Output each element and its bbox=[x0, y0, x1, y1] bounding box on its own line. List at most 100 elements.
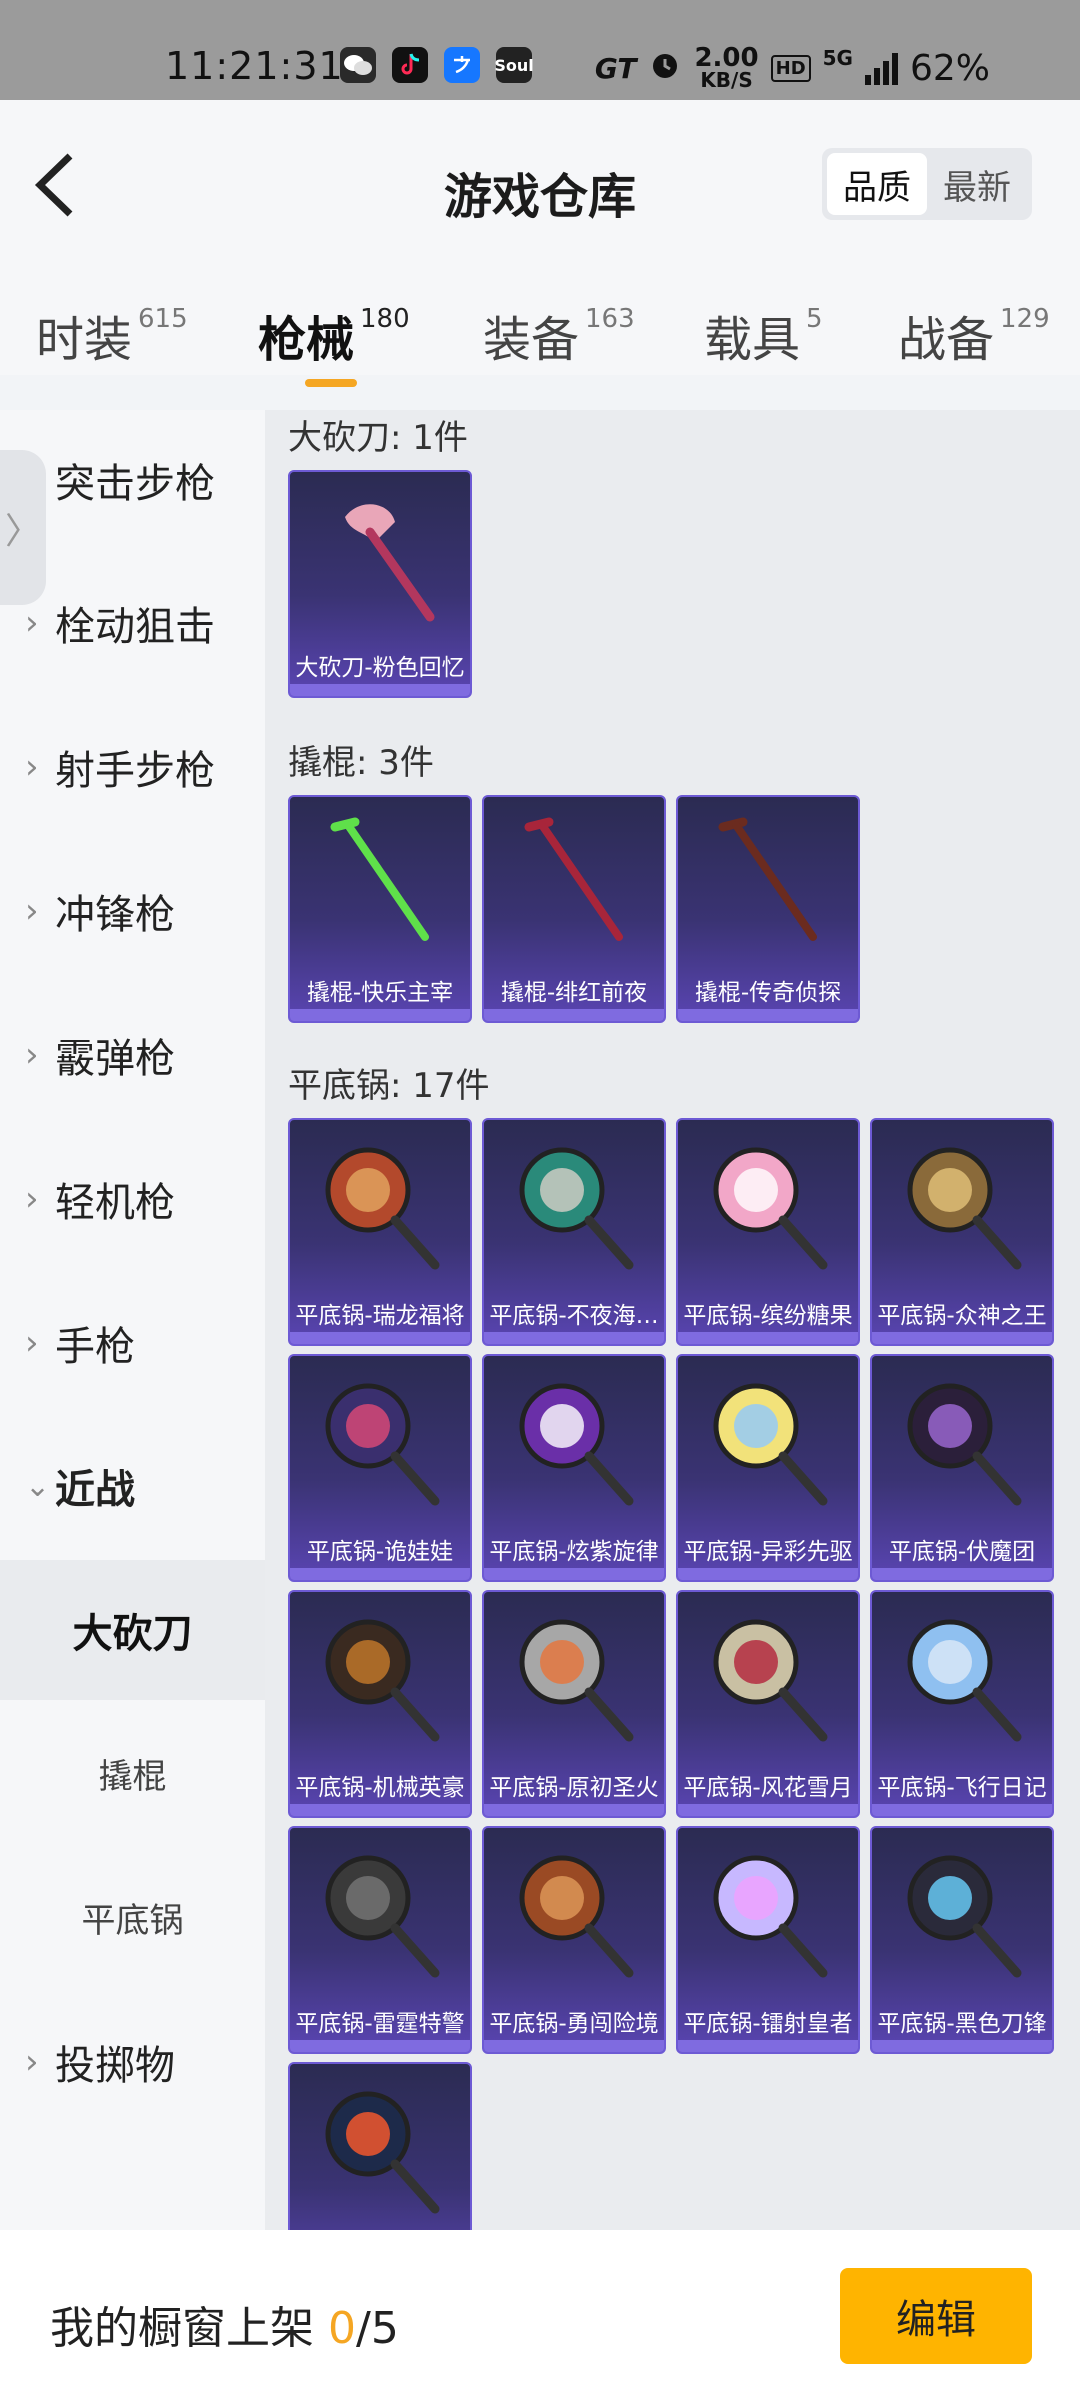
section-title-crowbar: 撬棍: 3件 bbox=[288, 743, 434, 783]
item-card[interactable]: 撬棍-绯红前夜 bbox=[482, 795, 666, 1023]
tab-battle-gear[interactable]: 战备 129 bbox=[898, 300, 1050, 370]
item-image bbox=[484, 1356, 664, 1526]
tab-label: 枪械 bbox=[258, 312, 355, 368]
sidebar-item-melee[interactable]: ⌄ 近战 bbox=[0, 1416, 265, 1556]
item-card[interactable]: 大砍刀-粉色回忆 bbox=[288, 470, 472, 698]
signal-icon bbox=[864, 51, 898, 85]
tab-vehicles[interactable]: 载具 5 bbox=[704, 300, 823, 370]
quality-bar bbox=[290, 1332, 470, 1344]
item-card[interactable]: 平底锅-雷霆特警 bbox=[288, 1826, 472, 2054]
sidebar-item-pistol[interactable]: › 手枪 bbox=[0, 1273, 265, 1413]
quality-bar bbox=[290, 1804, 470, 1816]
showcase-label: 我的橱窗上架 bbox=[50, 2303, 314, 2354]
item-image bbox=[290, 2064, 470, 2230]
chevron-right-icon: › bbox=[25, 2042, 39, 2082]
item-name: 撬棍-传奇侦探 bbox=[694, 980, 842, 1006]
status-time: 11:21:31 bbox=[165, 44, 344, 88]
item-name: 平底锅-雷霆特警 bbox=[295, 2011, 465, 2037]
tab-count: 163 bbox=[585, 304, 635, 334]
item-card[interactable]: 平底锅-缤纷糖果 bbox=[676, 1118, 860, 1346]
sidebar-item-marksman-rifle[interactable]: › 射手步枪 bbox=[0, 697, 265, 837]
item-image bbox=[290, 472, 470, 642]
sidebar-item-label: 手枪 bbox=[55, 1324, 135, 1370]
sidebar-item-label: 冲锋枪 bbox=[55, 892, 175, 938]
alipay-icon bbox=[444, 47, 480, 83]
sidebar-item-label: 栓动狙击 bbox=[55, 604, 215, 650]
status-right: GT 2.00 KB/S HD 5G 62% bbox=[594, 45, 990, 92]
chevron-right-icon: › bbox=[25, 891, 39, 931]
chevron-right-icon: › bbox=[25, 747, 39, 787]
chevron-right-icon: › bbox=[25, 603, 39, 643]
item-name: 平底锅-镭射皇者 bbox=[683, 2011, 853, 2037]
sidebar-sub-machete[interactable]: 大砍刀 bbox=[0, 1560, 265, 1700]
quality-bar bbox=[290, 2040, 470, 2052]
bottom-bar: 我的橱窗上架 0/5 编辑 bbox=[0, 2230, 1080, 2400]
sidebar-item-label: 霰弹枪 bbox=[55, 1036, 175, 1082]
item-card[interactable]: 平底锅-风花雪月 bbox=[676, 1590, 860, 1818]
item-card[interactable] bbox=[288, 2062, 472, 2230]
quality-bar bbox=[484, 1568, 664, 1580]
status-app-icons: Soul bbox=[340, 47, 534, 83]
tab-label: 战备 bbox=[898, 312, 995, 368]
chevron-right-icon: › bbox=[25, 1323, 39, 1363]
wechat-icon bbox=[340, 47, 376, 83]
quality-bar bbox=[290, 1568, 470, 1580]
sort-newest[interactable]: 最新 bbox=[927, 153, 1027, 215]
item-card[interactable]: 平底锅-原初圣火 bbox=[482, 1590, 666, 1818]
item-card[interactable]: 平底锅-不夜海… bbox=[482, 1118, 666, 1346]
sidebar-item-shotgun[interactable]: › 霰弹枪 bbox=[0, 985, 265, 1125]
item-card[interactable]: 撬棍-传奇侦探 bbox=[676, 795, 860, 1023]
sidebar-item-label: 射手步枪 bbox=[55, 748, 215, 794]
item-card[interactable]: 平底锅-炫紫旋律 bbox=[482, 1354, 666, 1582]
item-grid-area: 大砍刀: 1件 撬棍: 3件 平底锅: 17件 大砍刀-粉色回忆 撬棍-快乐主宰 撬… bbox=[265, 410, 1080, 2230]
sidebar-item-throwables[interactable]: › 投掷物 bbox=[0, 1992, 265, 2132]
item-image bbox=[290, 1120, 470, 1290]
item-card[interactable]: 平底锅-飞行日记 bbox=[870, 1590, 1054, 1818]
item-card[interactable]: 平底锅-众神之王 bbox=[870, 1118, 1054, 1346]
battery-level: 62% bbox=[909, 47, 990, 89]
showcase-current-count: 0 bbox=[328, 2303, 356, 2354]
item-card[interactable]: 撬棍-快乐主宰 bbox=[288, 795, 472, 1023]
item-name: 大砍刀-粉色回忆 bbox=[295, 655, 465, 681]
sidebar-collapse-handle[interactable]: 〉 bbox=[0, 450, 46, 605]
item-card[interactable]: 平底锅-黑色刀锋 bbox=[870, 1826, 1054, 2054]
tab-fashion[interactable]: 时装 615 bbox=[36, 300, 188, 370]
tab-guns[interactable]: 枪械 180 bbox=[258, 300, 410, 370]
sort-quality[interactable]: 品质 bbox=[827, 153, 927, 215]
item-image bbox=[484, 797, 664, 967]
item-card[interactable]: 平底锅-勇闯险境 bbox=[482, 1826, 666, 2054]
chevron-right-icon: › bbox=[25, 1035, 39, 1075]
sidebar-item-label: 投掷物 bbox=[55, 2043, 175, 2089]
item-image bbox=[290, 1828, 470, 1998]
tiktok-icon bbox=[392, 47, 428, 83]
item-card[interactable]: 平底锅-诡娃娃 bbox=[288, 1354, 472, 1582]
tab-equipment[interactable]: 装备 163 bbox=[483, 300, 635, 370]
sidebar-sub-crowbar[interactable]: 撬棍 bbox=[0, 1703, 265, 1843]
item-image bbox=[484, 1120, 664, 1290]
quality-bar bbox=[678, 1009, 858, 1021]
item-name: 平底锅-异彩先驱 bbox=[683, 1539, 853, 1565]
sidebar-item-smg[interactable]: › 冲锋枪 bbox=[0, 841, 265, 981]
net-speed-unit: KB/S bbox=[700, 68, 753, 92]
item-name: 平底锅-机械英豪 bbox=[295, 1775, 465, 1801]
item-image bbox=[678, 797, 858, 967]
item-card[interactable]: 平底锅-伏魔团 bbox=[870, 1354, 1054, 1582]
item-image bbox=[290, 797, 470, 967]
sidebar-item-label: 突击步枪 bbox=[55, 461, 215, 507]
tab-count: 180 bbox=[360, 304, 410, 334]
item-image bbox=[484, 1828, 664, 1998]
item-card[interactable]: 平底锅-瑞龙福将 bbox=[288, 1118, 472, 1346]
tab-label: 装备 bbox=[483, 312, 580, 368]
item-name: 平底锅-飞行日记 bbox=[877, 1775, 1047, 1801]
item-card[interactable]: 平底锅-异彩先驱 bbox=[676, 1354, 860, 1582]
sidebar-sub-pan[interactable]: 平底锅 bbox=[0, 1847, 265, 1987]
item-card[interactable]: 平底锅-镭射皇者 bbox=[676, 1826, 860, 2054]
tab-label: 载具 bbox=[704, 312, 801, 368]
item-card[interactable]: 平底锅-机械英豪 bbox=[288, 1590, 472, 1818]
edit-button[interactable]: 编辑 bbox=[840, 2268, 1032, 2364]
sidebar-item-lmg[interactable]: › 轻机枪 bbox=[0, 1129, 265, 1269]
gt-icon: GT bbox=[594, 51, 637, 85]
soul-icon: Soul bbox=[494, 47, 534, 83]
status-bar: 11:21:31 Soul GT 2.00 KB/S HD 5G 62% bbox=[0, 0, 1080, 100]
chevron-right-icon: › bbox=[25, 1179, 39, 1219]
